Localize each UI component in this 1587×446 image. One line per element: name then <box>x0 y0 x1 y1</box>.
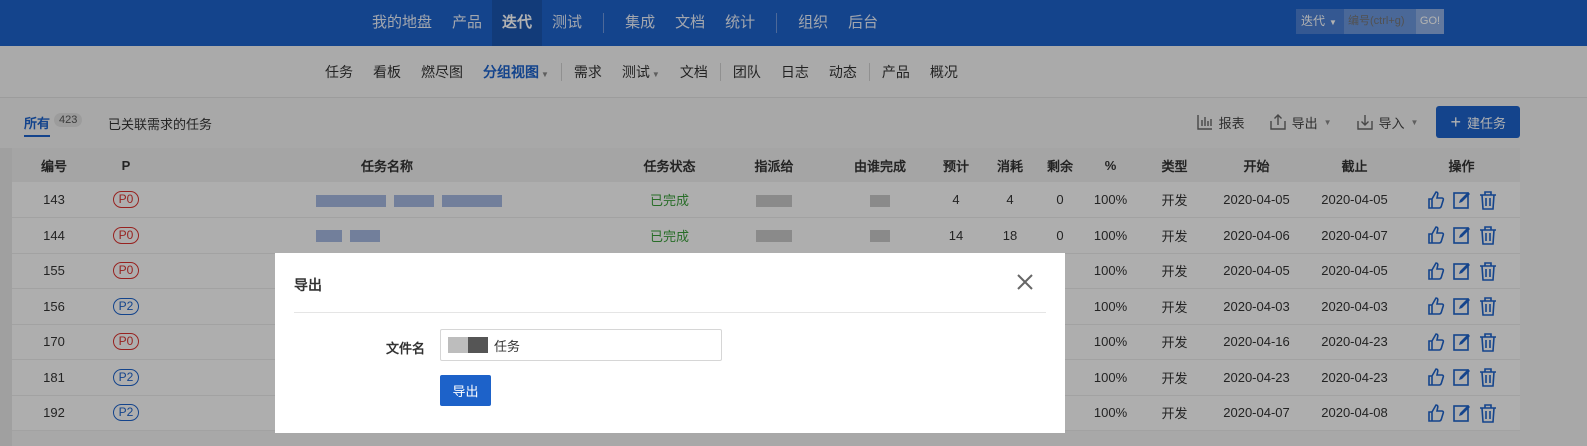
filename-value: 任务 <box>494 338 521 354</box>
export-dialog: 导出 文件名 任务 导出 <box>275 253 1065 433</box>
filename-label: 文件名 <box>386 341 426 356</box>
filename-field[interactable]: 任务 <box>440 329 722 361</box>
export-button[interactable]: 导出 <box>440 375 491 406</box>
dialog-divider <box>294 312 1046 313</box>
redacted-text <box>448 337 488 353</box>
dialog-title: 导出 <box>294 277 322 293</box>
close-icon[interactable] <box>1014 271 1036 293</box>
